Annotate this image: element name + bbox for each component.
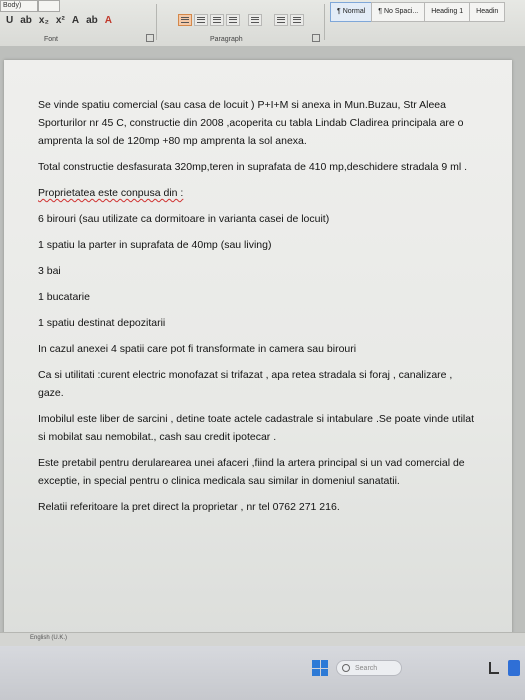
strikethrough-button[interactable]: ab [18,14,34,28]
paragraph-dialog-launcher-icon[interactable] [312,34,320,42]
text-effects-button[interactable]: A [70,14,81,28]
taskbar-word-icon[interactable] [508,660,520,676]
paragraph: 6 birouri (sau utilizate ca dormitoare i… [38,213,330,225]
search-placeholder: Search [355,665,378,672]
underline-button[interactable]: U [4,14,15,28]
paragraph: 3 bai [38,265,61,277]
paragraph: Proprietatea este conpusa din : [38,187,184,199]
paragraph: 1 spatiu destinat depozitarii [38,317,166,329]
style-no-spacing[interactable]: ¶ No Spaci... [371,2,426,22]
font-size-box[interactable] [38,0,60,12]
status-bar: English (U.K.) [0,632,525,647]
styles-gallery: ¶ Normal ¶ No Spaci... Heading 1 Headin [330,2,506,22]
ribbon: Body) U ab x₂ x² A ab A Font Paragraph ¶… [0,0,525,47]
font-color-button[interactable]: A [103,14,114,28]
paragraph: 1 bucatarie [38,291,90,303]
align-center-button[interactable] [194,14,208,26]
style-heading-1[interactable]: Heading 1 [424,2,471,22]
paragraph: Se vinde spatiu comercial (sau casa de l… [38,99,464,147]
align-right-button[interactable] [210,14,224,26]
taskbar-search[interactable]: Search [336,660,402,676]
subscript-button[interactable]: x₂ [37,14,51,28]
line-spacing-button[interactable] [248,14,262,26]
paragraph: Imobilul este liber de sarcini , detine … [38,413,475,443]
paragraph: Relatii referitoare la pret direct la pr… [38,501,340,513]
justify-button[interactable] [226,14,240,26]
search-icon [342,664,350,672]
document-page[interactable]: Se vinde spatiu comercial (sau casa de l… [4,60,512,640]
style-normal[interactable]: ¶ Normal [330,2,373,22]
highlight-button[interactable]: ab [84,14,100,28]
paragraph-align-row [178,12,304,28]
font-format-row: U ab x₂ x² A ab A [4,14,114,28]
paragraph: Ca si utilitati :curent electric monofaz… [38,369,453,399]
paragraph: Total constructie desfasurata 320mp,tere… [38,161,467,173]
language-indicator[interactable]: English (U.K.) [30,635,67,641]
windows-start-icon[interactable] [312,660,328,676]
paragraph: In cazul anexei 4 spatii care pot fi tra… [38,343,357,355]
paragraph: Este pretabil pentru derularearea unei a… [38,457,465,487]
font-name-box[interactable]: Body) [0,0,38,12]
document-body[interactable]: Se vinde spatiu comercial (sau casa de l… [38,96,478,524]
paragraph: 1 spatiu la parter in suprafata de 40mp … [38,239,272,251]
borders-button[interactable] [290,14,304,26]
font-dialog-launcher-icon[interactable] [146,34,154,42]
ribbon-divider [324,4,325,40]
font-group-label: Font [44,36,59,43]
style-heading-2[interactable]: Headin [469,2,506,22]
shading-button[interactable] [274,14,288,26]
taskbar-app-icon[interactable] [486,660,502,676]
align-left-button[interactable] [178,14,192,26]
ribbon-divider [156,4,157,40]
taskbar: Search [0,646,525,700]
superscript-button[interactable]: x² [54,14,67,28]
paragraph-group-label: Paragraph [210,36,243,43]
